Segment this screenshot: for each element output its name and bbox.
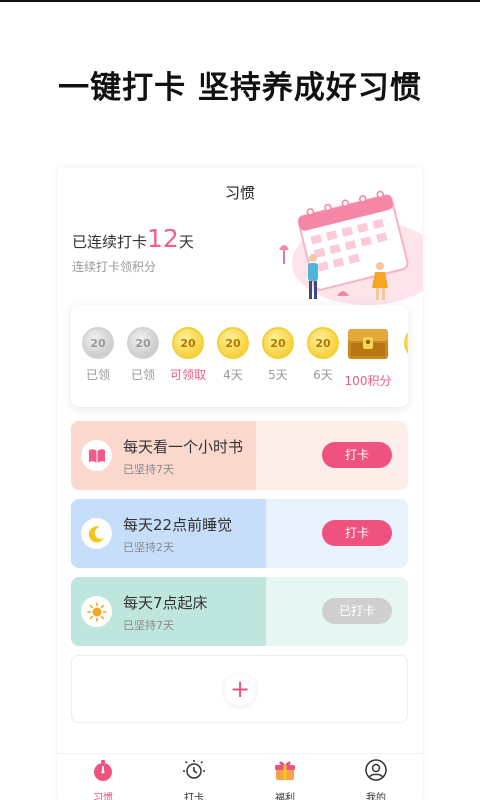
habit-streak: 已坚持2天 xyxy=(123,541,174,554)
habit-card[interactable]: 每天22点前睡觉 已坚持2天 打卡 xyxy=(71,499,408,568)
checkin-button[interactable]: 打卡 xyxy=(322,520,392,546)
habit-card[interactable]: 每天7点起床 已坚持7天 已打卡 xyxy=(71,577,408,646)
tab-habits[interactable]: 习惯 xyxy=(73,758,133,800)
promo-headline: 一键打卡 坚持养成好习惯 xyxy=(58,70,422,106)
habit-title: 每天7点起床 xyxy=(123,594,208,612)
book-icon xyxy=(81,440,112,471)
checked-in-button[interactable]: 已打卡 xyxy=(322,598,392,624)
coin-icon: 20 xyxy=(127,327,159,359)
treasure-chest-icon xyxy=(348,329,388,359)
habit-title: 每天22点前睡觉 xyxy=(123,516,233,534)
habit-card[interactable]: 每天看一个小时书 已坚持7天 打卡 xyxy=(71,421,408,490)
coin-icon: 20 xyxy=(172,327,204,359)
add-habit-button[interactable]: + xyxy=(224,674,256,706)
streak-subtitle: 连续打卡领积分 xyxy=(72,260,157,274)
reward-label: 100积分 xyxy=(344,374,392,388)
tab-checkin[interactable]: 打卡 xyxy=(164,758,224,800)
reward-item[interactable]: 20 6天 xyxy=(300,327,346,383)
streak-prefix: 已连续打卡 xyxy=(72,233,148,251)
rewards-card: 20 已领 20 已领 20 可领取 20 4天 20 5天 20 6天 100… xyxy=(71,305,408,407)
tab-label: 打卡 xyxy=(184,793,204,800)
coin-icon: 20 xyxy=(217,327,249,359)
reward-item[interactable]: 20 已领 xyxy=(120,327,166,383)
habit-streak: 已坚持7天 xyxy=(123,619,174,632)
streak-days: 12 xyxy=(147,224,179,253)
reward-label: 6天 xyxy=(313,368,333,382)
reward-label: 已领 xyxy=(85,368,110,382)
status-divider xyxy=(0,0,480,2)
streak-suffix: 天 xyxy=(178,233,194,251)
alarm-icon xyxy=(183,760,205,779)
streak-summary: 已连续打卡12天 xyxy=(72,224,194,253)
checkin-button[interactable]: 打卡 xyxy=(322,442,392,468)
tab-mine[interactable]: 我的 xyxy=(346,758,406,800)
reward-label: 可领取 xyxy=(169,368,206,382)
tab-welfare[interactable]: 福利 xyxy=(255,758,315,800)
bottom-tab-bar: 习惯 打卡 福利 我的 xyxy=(57,753,423,800)
reward-item[interactable]: 20 5天 xyxy=(255,327,301,383)
coin-icon xyxy=(404,327,408,359)
reward-label: 5天 xyxy=(268,368,288,382)
coin-icon: 20 xyxy=(262,327,294,359)
gift-icon xyxy=(275,761,295,780)
coin-icon: 20 xyxy=(82,327,114,359)
sun-icon xyxy=(81,596,112,627)
app-screen: 习惯 已连续打卡12天 连续打卡领积分 20 已领 20 已领 20 可领取 2… xyxy=(57,168,423,800)
tab-label: 福利 xyxy=(275,793,295,800)
reward-label: 已领 xyxy=(130,368,155,382)
moon-icon xyxy=(81,518,112,549)
coin-icon: 20 xyxy=(307,327,339,359)
habit-title: 每天看一个小时书 xyxy=(123,438,244,456)
reward-item[interactable]: 20 已领 xyxy=(75,327,121,383)
user-icon xyxy=(365,759,387,781)
reward-item-partial[interactable] xyxy=(397,327,408,359)
tab-label: 习惯 xyxy=(93,793,113,800)
reward-item[interactable]: 20 4天 xyxy=(210,327,256,383)
reward-label: 4天 xyxy=(223,368,243,382)
add-habit-card[interactable]: + xyxy=(71,655,408,723)
calendar-illustration xyxy=(279,190,423,305)
reward-item[interactable]: 20 可领取 xyxy=(165,327,211,383)
tab-label: 我的 xyxy=(366,793,386,800)
habit-streak: 已坚持7天 xyxy=(123,463,174,476)
reward-item[interactable]: 100积分 xyxy=(343,327,393,389)
stopwatch-icon xyxy=(94,760,112,781)
